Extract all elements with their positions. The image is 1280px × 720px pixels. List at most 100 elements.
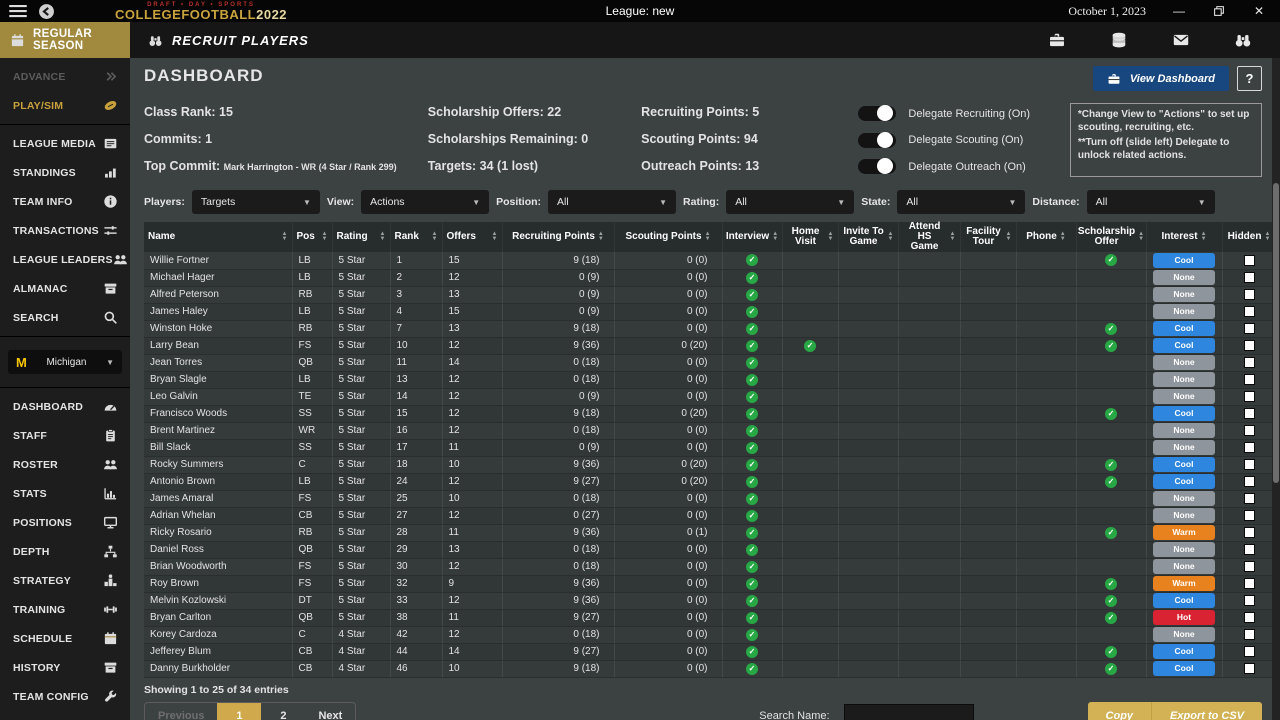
hidden-checkbox[interactable] xyxy=(1244,272,1255,283)
sidebar-item-staff[interactable]: STAFF xyxy=(0,421,130,450)
hidden-checkbox[interactable] xyxy=(1244,544,1255,555)
column-header-recruiting-points[interactable]: Recruiting Points▲▼ xyxy=(502,222,614,252)
filter-select-players[interactable]: Targets▼ xyxy=(192,190,320,214)
sidebar-item-transactions[interactable]: TRANSACTIONS xyxy=(0,216,130,245)
hidden-checkbox[interactable] xyxy=(1244,306,1255,317)
page-button-2[interactable]: 2 xyxy=(261,703,305,720)
view-dashboard-button[interactable]: View Dashboard xyxy=(1093,66,1229,91)
table-row[interactable]: Francisco Woods SS 5 Star 15 12 9 (18) 0… xyxy=(144,405,1276,422)
interest-badge[interactable]: Cool xyxy=(1153,457,1215,472)
table-row[interactable]: Korey Cardoza C 4 Star 42 12 0 (18) 0 (0… xyxy=(144,626,1276,643)
column-header-interest[interactable]: Interest▲▼ xyxy=(1146,222,1222,252)
envelope-icon[interactable] xyxy=(1172,31,1190,49)
hidden-checkbox[interactable] xyxy=(1244,391,1255,402)
interest-badge[interactable]: None xyxy=(1153,508,1215,523)
hidden-checkbox[interactable] xyxy=(1244,578,1255,589)
table-row[interactable]: Roy Brown FS 5 Star 32 9 9 (36) 0 (0) ✓ … xyxy=(144,575,1276,592)
filter-select-distance[interactable]: All▼ xyxy=(1087,190,1215,214)
interest-badge[interactable]: Warm xyxy=(1153,525,1215,540)
hidden-checkbox[interactable] xyxy=(1244,646,1255,657)
hidden-checkbox[interactable] xyxy=(1244,510,1255,521)
column-header-scholarship-offer[interactable]: Scholarship Offer▲▼ xyxy=(1076,222,1146,252)
table-row[interactable]: Willie Fortner LB 5 Star 1 15 9 (18) 0 (… xyxy=(144,252,1276,269)
interest-badge[interactable]: Hot xyxy=(1153,610,1215,625)
table-row[interactable]: Jefferey Blum CB 4 Star 44 14 9 (27) 0 (… xyxy=(144,643,1276,660)
restore-icon[interactable] xyxy=(1212,4,1226,18)
table-row[interactable]: Bryan Carlton QB 5 Star 38 11 9 (27) 0 (… xyxy=(144,609,1276,626)
interest-badge[interactable]: Cool xyxy=(1153,661,1215,676)
hidden-checkbox[interactable] xyxy=(1244,663,1255,674)
page-button-next[interactable]: Next xyxy=(305,703,355,720)
table-row[interactable]: Bill Slack SS 5 Star 17 11 0 (9) 0 (0) ✓… xyxy=(144,439,1276,456)
interest-badge[interactable]: None xyxy=(1153,559,1215,574)
interest-badge[interactable]: Cool xyxy=(1153,253,1215,268)
table-row[interactable]: Danny Burkholder CB 4 Star 46 10 9 (18) … xyxy=(144,660,1276,677)
sidebar-item-league-media[interactable]: LEAGUE MEDIA xyxy=(0,129,130,158)
sidebar-item-play-sim[interactable]: PLAY/SIM xyxy=(0,91,130,120)
column-header-invite-to-game[interactable]: Invite To Game▲▼ xyxy=(838,222,898,252)
table-row[interactable]: Rocky Summers C 5 Star 18 10 9 (36) 0 (2… xyxy=(144,456,1276,473)
interest-badge[interactable]: None xyxy=(1153,270,1215,285)
minimize-icon[interactable]: — xyxy=(1172,4,1186,18)
interest-badge[interactable]: None xyxy=(1153,304,1215,319)
column-header-rating[interactable]: Rating▲▼ xyxy=(332,222,390,252)
search-name-input[interactable] xyxy=(844,704,974,720)
column-header-phone[interactable]: Phone▲▼ xyxy=(1016,222,1076,252)
sidebar-item-roster[interactable]: ROSTER xyxy=(0,450,130,479)
interest-badge[interactable]: Cool xyxy=(1153,644,1215,659)
table-row[interactable]: Larry Bean FS 5 Star 10 12 9 (36) 0 (20)… xyxy=(144,337,1276,354)
sidebar-item-stats[interactable]: STATS xyxy=(0,479,130,508)
sidebar-item-strategy[interactable]: STRATEGY xyxy=(0,566,130,595)
briefcase-icon[interactable] xyxy=(1048,31,1066,49)
hidden-checkbox[interactable] xyxy=(1244,459,1255,470)
interest-badge[interactable]: Cool xyxy=(1153,474,1215,489)
database-icon[interactable] xyxy=(1110,31,1128,49)
table-row[interactable]: James Haley LB 5 Star 4 15 0 (9) 0 (0) ✓… xyxy=(144,303,1276,320)
filter-select-view[interactable]: Actions▼ xyxy=(361,190,489,214)
sidebar-item-positions[interactable]: POSITIONS xyxy=(0,508,130,537)
interest-badge[interactable]: Cool xyxy=(1153,321,1215,336)
table-row[interactable]: Melvin Kozlowski DT 5 Star 33 12 9 (36) … xyxy=(144,592,1276,609)
hidden-checkbox[interactable] xyxy=(1244,340,1255,351)
table-row[interactable]: Winston Hoke RB 5 Star 7 13 9 (18) 0 (0)… xyxy=(144,320,1276,337)
column-header-pos[interactable]: Pos▲▼ xyxy=(292,222,332,252)
sidebar-item-league-leaders[interactable]: LEAGUE LEADERS xyxy=(0,245,130,274)
sidebar-item-advance[interactable]: ADVANCE xyxy=(0,62,130,91)
filter-select-state[interactable]: All▼ xyxy=(897,190,1025,214)
interest-badge[interactable]: None xyxy=(1153,287,1215,302)
hidden-checkbox[interactable] xyxy=(1244,255,1255,266)
column-header-hidden[interactable]: Hidden▲▼ xyxy=(1222,222,1276,252)
page-button-1[interactable]: 1 xyxy=(217,703,261,720)
interest-badge[interactable]: None xyxy=(1153,423,1215,438)
table-row[interactable]: James Amaral FS 5 Star 25 10 0 (18) 0 (0… xyxy=(144,490,1276,507)
sidebar-item-team-config[interactable]: TEAM CONFIG xyxy=(0,682,130,711)
table-row[interactable]: Leo Galvin TE 5 Star 14 12 0 (9) 0 (0) ✓… xyxy=(144,388,1276,405)
interest-badge[interactable]: Warm xyxy=(1153,576,1215,591)
sidebar-item-training[interactable]: TRAINING xyxy=(0,595,130,624)
hidden-checkbox[interactable] xyxy=(1244,408,1255,419)
hidden-checkbox[interactable] xyxy=(1244,425,1255,436)
table-row[interactable]: Ricky Rosario RB 5 Star 28 11 9 (36) 0 (… xyxy=(144,524,1276,541)
hidden-checkbox[interactable] xyxy=(1244,493,1255,504)
toggle-delegate-scouting-on[interactable] xyxy=(858,133,896,148)
hidden-checkbox[interactable] xyxy=(1244,323,1255,334)
column-header-attend-hs-game[interactable]: Attend HS Game▲▼ xyxy=(898,222,960,252)
table-row[interactable]: Daniel Ross QB 5 Star 29 13 0 (18) 0 (0)… xyxy=(144,541,1276,558)
sidebar-item-schedule[interactable]: SCHEDULE xyxy=(0,624,130,653)
hidden-checkbox[interactable] xyxy=(1244,612,1255,623)
interest-badge[interactable]: None xyxy=(1153,542,1215,557)
hidden-checkbox[interactable] xyxy=(1244,527,1255,538)
team-select[interactable]: M Michigan ▼ xyxy=(8,350,122,374)
sidebar-item-team-info[interactable]: TEAM INFO xyxy=(0,187,130,216)
scrollbar-thumb[interactable] xyxy=(1273,183,1279,483)
table-row[interactable]: Brian Woodworth FS 5 Star 30 12 0 (18) 0… xyxy=(144,558,1276,575)
export-csv-button[interactable]: Export to CSV xyxy=(1151,702,1262,720)
hidden-checkbox[interactable] xyxy=(1244,476,1255,487)
sidebar-item-depth[interactable]: DEPTH xyxy=(0,537,130,566)
table-row[interactable]: Bryan Slagle LB 5 Star 13 12 0 (18) 0 (0… xyxy=(144,371,1276,388)
table-row[interactable]: Michael Hager LB 5 Star 2 12 0 (9) 0 (0)… xyxy=(144,269,1276,286)
column-header-interview[interactable]: Interview▲▼ xyxy=(722,222,782,252)
hidden-checkbox[interactable] xyxy=(1244,357,1255,368)
interest-badge[interactable]: Cool xyxy=(1153,338,1215,353)
page-button-previous[interactable]: Previous xyxy=(145,703,217,720)
